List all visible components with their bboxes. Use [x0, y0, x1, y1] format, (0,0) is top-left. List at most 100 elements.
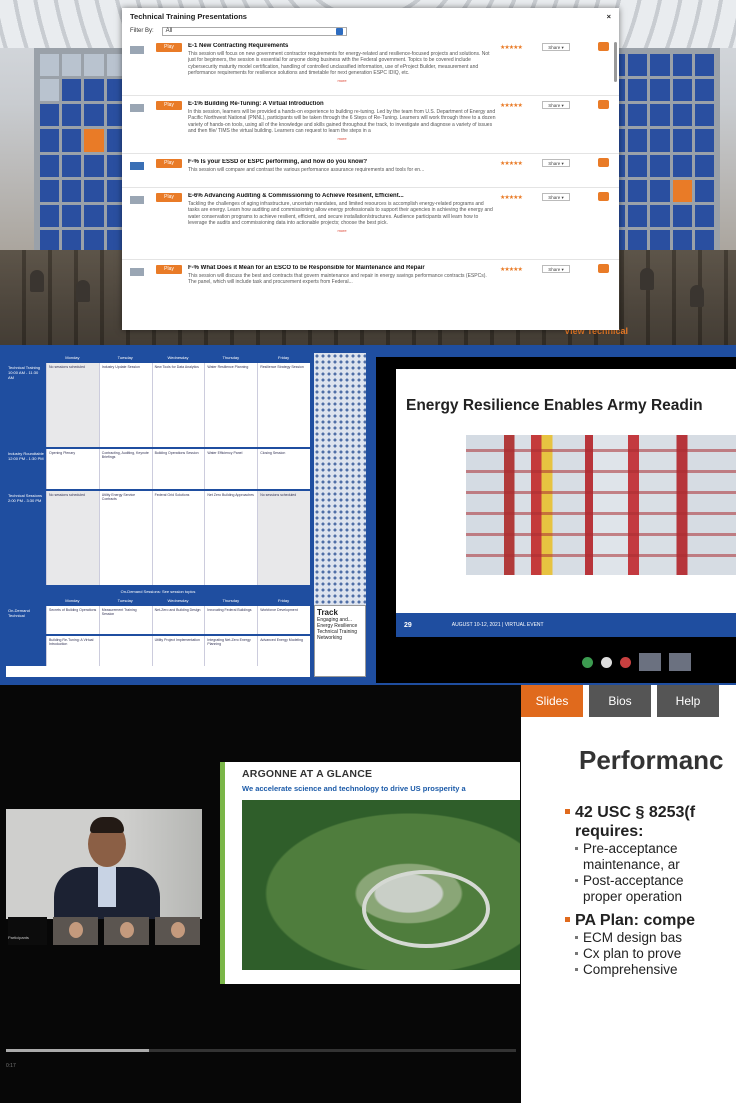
playback-progress-fill [6, 1049, 149, 1052]
wall-tile [672, 154, 692, 177]
wall-tile [628, 179, 648, 202]
playback-progress-bar[interactable] [6, 1049, 516, 1052]
agenda-cell[interactable]: Net-Zero and Building Design [151, 606, 205, 634]
briefcase-icon[interactable] [598, 100, 609, 109]
agenda-row: Building Re-Tuning: A Virtual Introducti… [6, 636, 310, 666]
track-legend-item[interactable]: Networking [317, 635, 363, 641]
play-button[interactable]: Play [156, 101, 182, 110]
wall-tile [672, 179, 692, 202]
agenda-row: On-Demand Technical Secrets of Building … [6, 606, 310, 636]
participant-thumbnail[interactable] [669, 653, 691, 671]
agenda-cell[interactable]: New Tools for Data Analytics [151, 363, 205, 447]
share-dropdown[interactable]: Share ▾ [542, 101, 570, 109]
agenda-cell[interactable]: Federal Grid Solutions [151, 491, 205, 585]
play-button[interactable]: Play [156, 265, 182, 274]
briefcase-icon[interactable] [598, 158, 609, 167]
agenda-cell[interactable]: Water Efficiency Panel [204, 449, 257, 489]
modal-header: Technical Training Presentations × [122, 8, 619, 24]
session-title[interactable]: E-1 New Contracting Requirements [188, 43, 496, 49]
play-button[interactable]: Play [156, 43, 182, 52]
more-link[interactable]: more [188, 228, 496, 233]
camera-icon[interactable] [601, 656, 612, 668]
session-title[interactable]: E-6% Advancing Auditing & Commissioning … [188, 193, 496, 199]
agenda-cell[interactable]: Utility Project Implementation [151, 636, 205, 666]
video-conference-panel: Energy Resilience Enables Army Readin 29… [372, 345, 736, 685]
session-title[interactable]: F-% Is your ESSD or ESPC performing, and… [188, 159, 496, 165]
agenda-cell[interactable]: Utility Energy Service Contracts [98, 491, 152, 585]
agenda-cell[interactable]: Advanced Energy Modeling [257, 636, 310, 666]
wall-tile [672, 79, 692, 102]
agenda-cell[interactable]: Innovating Federal Buildings [204, 606, 257, 634]
wall-tile [694, 204, 714, 227]
attendee-avatar [690, 285, 704, 307]
tab-slides[interactable]: Slides [521, 685, 583, 717]
wall-tile [694, 79, 714, 102]
rating-stars[interactable]: ★★★★★ [500, 266, 523, 273]
rating-stars[interactable]: ★★★★★ [500, 194, 523, 201]
presentation-slide: Energy Resilience Enables Army Readin [396, 369, 736, 637]
more-link[interactable]: more [188, 78, 496, 83]
webinar-stage: Participants ARGONNE AT A GLANCE We acce… [0, 685, 526, 1103]
share-dropdown[interactable]: Share ▾ [542, 193, 570, 201]
wall-tile [650, 154, 670, 177]
agenda-cell[interactable]: Workforce Development [257, 606, 310, 634]
session-title[interactable]: E-1% Building Re-Tuning: A Virtual Intro… [188, 101, 496, 107]
participant-thumbnail[interactable] [155, 917, 200, 945]
tab-bios[interactable]: Bios [589, 685, 651, 717]
attendee-avatar [640, 268, 654, 290]
more-link[interactable]: more [188, 136, 496, 141]
agenda-cell[interactable]: Secrets of Building Operations [46, 606, 99, 634]
rating-stars[interactable]: ★★★★★ [500, 160, 523, 167]
participant-thumbnail[interactable] [53, 917, 99, 945]
session-description: This session will focus on new governmen… [188, 51, 490, 77]
wall-tile [62, 179, 82, 202]
agenda-cell[interactable]: Water Resilience Planning [204, 363, 257, 447]
agenda-cell[interactable] [98, 636, 152, 666]
wall-tile [84, 204, 104, 227]
agenda-cell[interactable]: Industry Update Session [98, 363, 152, 447]
close-icon[interactable]: × [607, 12, 611, 21]
session-thumbnail [130, 196, 144, 204]
wall-tile [628, 54, 648, 77]
agenda-cell[interactable]: Integrating Net-Zero Energy Planning [204, 636, 257, 666]
slide-footer: 29 AUGUST 10-12, 2021 | VIRTUAL EVENT [396, 613, 736, 637]
speaker-video[interactable] [6, 809, 202, 919]
session-title[interactable]: F-% What Does it Mean for an ESCO to be … [188, 265, 496, 271]
agenda-cell[interactable]: Opening Plenary [46, 449, 99, 489]
agenda-cell[interactable]: Building Operations Session [151, 449, 205, 489]
share-dropdown[interactable]: Share ▾ [542, 159, 570, 167]
participant-thumbnail[interactable] [104, 917, 150, 945]
agenda-cell[interactable]: Closing Session [257, 449, 310, 489]
agenda-cell[interactable]: Contracting, Auditing, Keynote Briefings [98, 449, 152, 489]
share-dropdown[interactable]: Share ▾ [542, 265, 570, 273]
wall-tile [694, 54, 714, 77]
hangup-icon[interactable] [620, 656, 631, 668]
briefcase-icon[interactable] [598, 264, 609, 273]
tower-photo [466, 435, 736, 575]
filter-select[interactable]: All [161, 26, 347, 36]
share-dropdown[interactable]: Share ▾ [542, 43, 570, 51]
training-presentations-modal: Technical Training Presentations × Filte… [122, 8, 619, 330]
session-thumbnail [130, 46, 144, 54]
play-button[interactable]: Play [156, 159, 182, 168]
modal-title: Technical Training Presentations [130, 11, 247, 21]
agenda-cell[interactable]: Building Re-Tuning: A Virtual Introducti… [46, 636, 99, 666]
aerial-campus-photo [242, 800, 520, 970]
play-button[interactable]: Play [156, 193, 182, 202]
briefcase-icon[interactable] [598, 42, 609, 51]
tab-help[interactable]: Help [657, 685, 719, 717]
microphone-icon[interactable] [582, 656, 593, 668]
rating-stars[interactable]: ★★★★★ [500, 102, 523, 109]
rating-stars[interactable]: ★★★★★ [500, 44, 523, 51]
video-frame: Energy Resilience Enables Army Readin 29… [376, 357, 736, 683]
virtual-auditorium-panel: View Technical Technical Training Presen… [0, 0, 736, 345]
bullet-item: proper operation [583, 889, 683, 904]
wall-tile [650, 104, 670, 127]
agenda-cell[interactable]: Measurement Training Session [98, 606, 152, 634]
participant-thumbnail[interactable] [639, 653, 661, 671]
agenda-cell[interactable]: Resilience Strategy Session [257, 363, 310, 447]
briefcase-icon[interactable] [598, 192, 609, 201]
bullet-item: Comprehensive [565, 962, 736, 978]
agenda-cell[interactable]: Net Zero Building Approaches [204, 491, 257, 585]
day-header: Thursday [222, 355, 240, 360]
